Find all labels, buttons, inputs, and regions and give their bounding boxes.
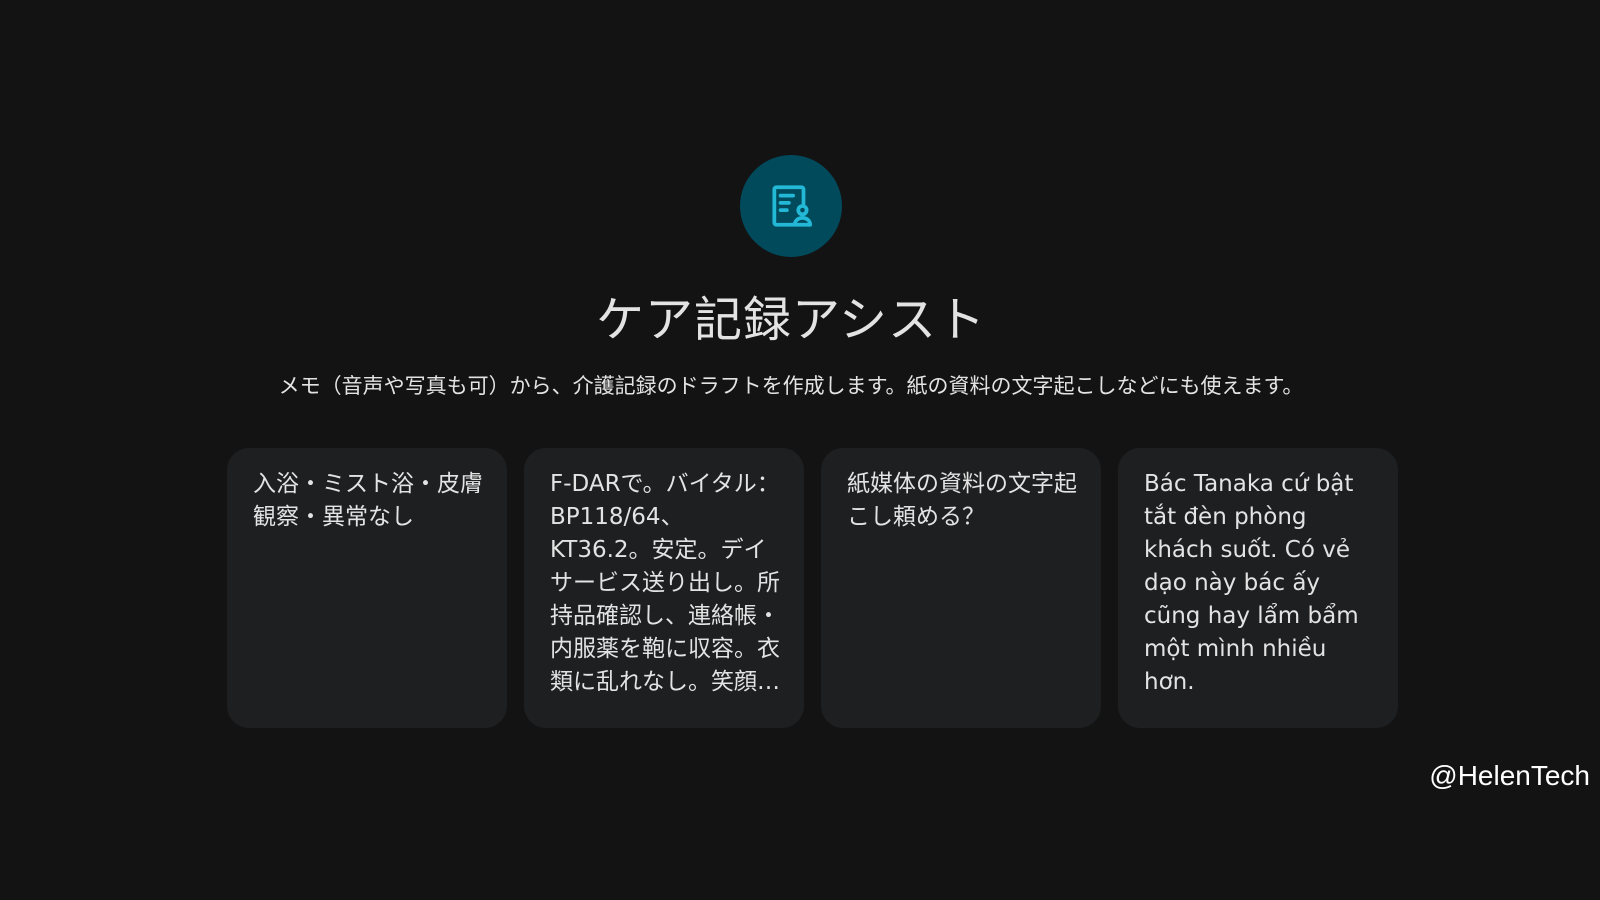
suggestion-card-bath[interactable]: 入浴・ミスト浴・皮膚観察・異常なし (227, 448, 507, 728)
suggestion-list: 入浴・ミスト浴・皮膚観察・異常なし F-DARで。バイタル：BP118/64、K… (227, 448, 1398, 728)
page-title: ケア記録アシスト (595, 292, 987, 348)
care-record-icon (772, 185, 813, 227)
suggestion-card-transcribe[interactable]: 紙媒体の資料の文字起こし頼める？ (821, 448, 1101, 728)
app-avatar (740, 155, 842, 257)
app-screen: ケア記録アシスト メモ（音声や写真も可）から、介護記録のドラフトを作成します。紙… (0, 0, 1600, 900)
page-description: メモ（音声や写真も可）から、介護記録のドラフトを作成します。紙の資料の文字起こし… (278, 374, 1304, 398)
suggestion-card-vietnamese[interactable]: Bác Tanaka cứ bật tắt đèn phòng khách su… (1118, 448, 1398, 728)
watermark: @HelenTech (1429, 760, 1590, 791)
suggestion-text: Bác Tanaka cứ bật tắt đèn phòng khách su… (1144, 471, 1359, 695)
suggestion-text: F-DARで。バイタル：BP118/64、KT36.2。安定。デイサービス送り出… (550, 471, 780, 695)
suggestion-text: 紙媒体の資料の文字起こし頼める？ (847, 471, 1077, 530)
suggestion-card-fdar[interactable]: F-DARで。バイタル：BP118/64、KT36.2。安定。デイサービス送り出… (524, 448, 804, 728)
suggestion-text: 入浴・ミスト浴・皮膚観察・異常なし (253, 471, 483, 530)
